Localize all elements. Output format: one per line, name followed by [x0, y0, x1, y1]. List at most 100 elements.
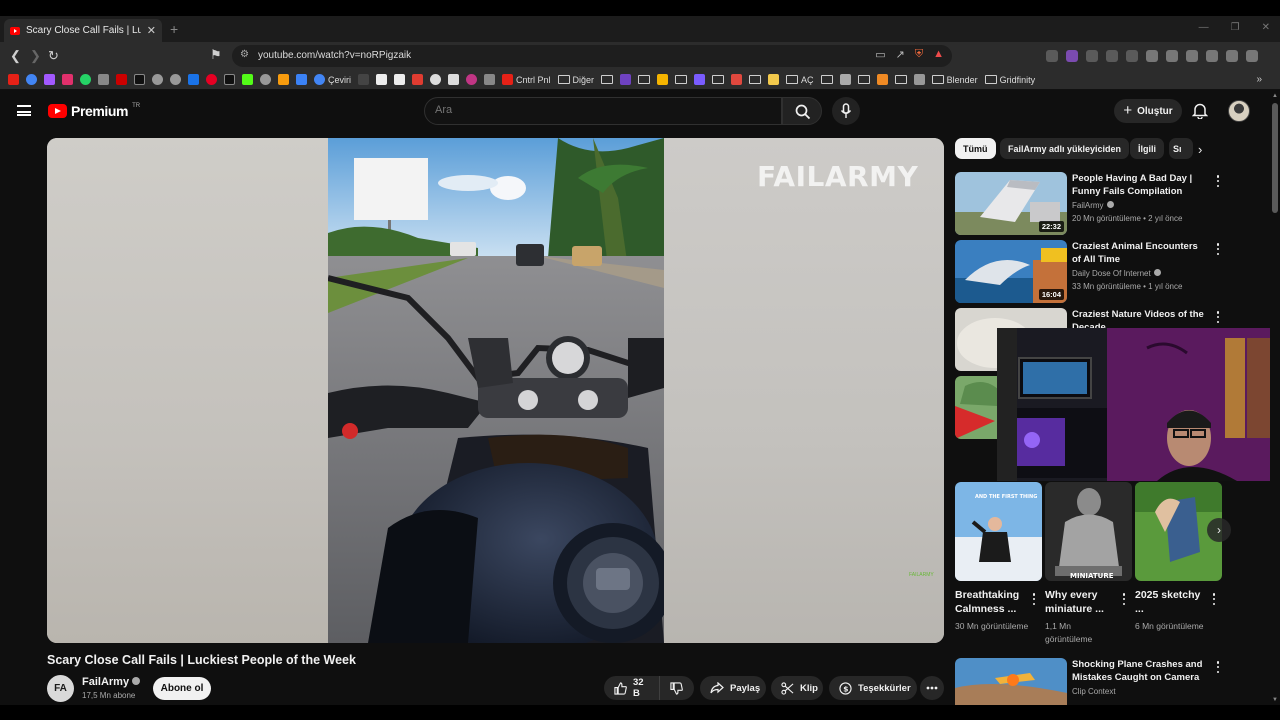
chip-related[interactable]: İlgili — [1130, 138, 1164, 159]
folder-icon[interactable] — [820, 75, 833, 84]
recommendation-title[interactable]: Craziest Animal Encounters of All Time — [1072, 240, 1206, 266]
bookmark-favicon-icon[interactable] — [26, 74, 37, 85]
pinterest-icon[interactable] — [206, 74, 217, 85]
alert-icon[interactable]: ▲ — [933, 48, 944, 61]
bookmark-favicon-icon[interactable] — [8, 74, 19, 85]
instagram-icon[interactable] — [62, 74, 73, 85]
dislike-button[interactable] — [660, 676, 694, 700]
more-options-icon[interactable] — [1029, 592, 1039, 606]
bookmark-favicon-icon[interactable] — [152, 74, 163, 85]
reload-icon[interactable]: ↻ — [48, 48, 59, 64]
url-bar[interactable]: ⚙ youtube.com/watch?v=noRPigzaik ▭ ↗ ⛨ ▲ — [232, 45, 952, 67]
bookmark-folder-blender[interactable]: Blender — [931, 75, 978, 85]
more-options-icon[interactable] — [1213, 660, 1223, 674]
bookmark-folder-diger[interactable]: Diğer — [557, 75, 594, 85]
bookmark-favicon-icon[interactable] — [412, 74, 424, 85]
bookmark-favicon-icon[interactable] — [484, 74, 496, 85]
bookmark-favicon-icon[interactable] — [448, 74, 460, 85]
short-title[interactable]: Breathtaking Calmness ... — [955, 588, 1029, 616]
recommendation-thumbnail[interactable] — [955, 658, 1067, 705]
browser-tab-active[interactable]: Scary Close Call Fails | Luckiest P ✕ — [4, 19, 162, 42]
recommendation-item[interactable]: 16:04 Craziest Animal Encounters of All … — [955, 240, 1267, 304]
extension-icon[interactable] — [1126, 50, 1138, 62]
channel-name[interactable]: FailArmy — [82, 676, 141, 688]
like-button[interactable]: 32 B — [604, 676, 660, 700]
share-page-icon[interactable]: ↗ — [896, 48, 905, 61]
shield-icon[interactable]: ⛨ — [915, 48, 923, 61]
voice-search-button[interactable] — [832, 97, 860, 125]
folder-icon[interactable] — [894, 75, 907, 84]
folder-icon[interactable] — [857, 75, 870, 84]
recommendation-channel[interactable]: Clip Context — [1072, 687, 1116, 696]
window-close-icon[interactable]: ✕ — [1262, 22, 1270, 33]
more-options-icon[interactable] — [1209, 592, 1219, 606]
bookmark-favicon-icon[interactable] — [188, 74, 199, 85]
bookmark-favicon-icon[interactable] — [657, 74, 669, 85]
user-avatar[interactable] — [1228, 100, 1250, 122]
minimize-icon[interactable]: — — [1199, 22, 1209, 33]
extension-icon[interactable] — [1106, 50, 1118, 62]
bookmark-ceviri[interactable]: Çeviri — [314, 74, 351, 85]
music-icon[interactable] — [1146, 50, 1158, 62]
search-button[interactable] — [782, 97, 822, 125]
cast-icon[interactable]: ▭ — [875, 48, 885, 61]
more-options-icon[interactable] — [1213, 174, 1223, 188]
extension-icon[interactable] — [1086, 50, 1098, 62]
recommendation-item[interactable]: 22:32 People Having A Bad Day | Funny Fa… — [955, 172, 1267, 236]
thanks-button[interactable]: $ Teşekkürler — [829, 676, 917, 700]
video-player[interactable]: SBK FAILARMY FAILARMY — [47, 138, 944, 643]
more-actions-button[interactable] — [920, 676, 944, 700]
recommendation-title[interactable]: Craziest Nature Videos of the Decade — [1072, 308, 1206, 328]
bookmark-favicon-icon[interactable] — [170, 74, 181, 85]
clip-button[interactable]: Klip — [771, 676, 823, 700]
bookmark-favicon-icon[interactable] — [260, 74, 271, 85]
bookmark-favicon-icon[interactable] — [98, 74, 109, 85]
vpn-icon[interactable] — [1226, 50, 1238, 62]
recommendation-title[interactable]: Shocking Plane Crashes and Mistakes Caug… — [1072, 658, 1206, 684]
menu-icon[interactable] — [1246, 50, 1258, 62]
back-icon[interactable]: ❮ — [10, 48, 21, 64]
bookmark-favicon-icon[interactable] — [296, 74, 307, 85]
recommendation-channel[interactable]: Daily Dose Of Internet — [1072, 269, 1161, 278]
share-button[interactable]: Paylaş — [700, 676, 766, 700]
chip-partial[interactable]: Sı — [1169, 138, 1193, 159]
extension-icon[interactable] — [1046, 50, 1058, 62]
bookmark-favicon-icon[interactable] — [358, 74, 370, 85]
bookmark-favicon-icon[interactable] — [876, 74, 888, 85]
forward-icon[interactable]: ❯ — [30, 48, 41, 64]
tiktok-icon[interactable] — [224, 74, 235, 85]
folder-icon[interactable] — [712, 75, 725, 84]
search-input[interactable] — [435, 104, 765, 116]
short-title[interactable]: Why every miniature ... — [1045, 588, 1119, 616]
site-info-icon[interactable]: ⚙ — [240, 49, 249, 60]
bookmark-folder-gridfinity[interactable]: Gridfinity — [984, 75, 1035, 85]
extension-icon[interactable] — [1066, 50, 1078, 62]
close-tab-icon[interactable]: ✕ — [147, 24, 156, 37]
more-options-icon[interactable] — [1213, 242, 1223, 256]
sidebar-icon[interactable] — [1166, 50, 1178, 62]
bookmark-icon[interactable]: ⚑ — [210, 47, 222, 63]
page-scrollbar[interactable]: ▲ ▼ — [1270, 91, 1280, 705]
bookmark-favicon-icon[interactable] — [44, 74, 55, 85]
bookmark-favicon-icon[interactable] — [768, 74, 780, 85]
chip-all[interactable]: Tümü — [955, 138, 996, 159]
subscribe-button[interactable]: Abone ol — [153, 677, 211, 700]
more-options-icon[interactable] — [1213, 310, 1223, 324]
bookmark-favicon-icon[interactable] — [278, 74, 289, 85]
short-title[interactable]: 2025 sketchy ... — [1135, 588, 1209, 616]
recommendation-title[interactable]: People Having A Bad Day | Funny Fails Co… — [1072, 172, 1206, 198]
wallet-icon[interactable] — [1186, 50, 1198, 62]
kick-icon[interactable] — [242, 74, 253, 85]
folder-icon[interactable] — [749, 75, 762, 84]
ai-icon[interactable] — [1206, 50, 1218, 62]
bookmark-favicon-icon[interactable] — [466, 74, 478, 85]
scroll-down-icon[interactable]: ▼ — [1272, 697, 1278, 703]
more-options-icon[interactable] — [1119, 592, 1129, 606]
new-tab-icon[interactable]: + — [170, 21, 178, 37]
notifications-bell-icon[interactable] — [1192, 102, 1208, 119]
bookmark-favicon-icon[interactable] — [620, 74, 632, 85]
scrollbar-thumb[interactable] — [1272, 103, 1278, 213]
bookmark-favicon-icon[interactable] — [731, 74, 743, 85]
bookmark-cntrl-pnl[interactable]: Cntrl Pnl — [502, 74, 551, 85]
x-icon[interactable] — [134, 74, 145, 85]
